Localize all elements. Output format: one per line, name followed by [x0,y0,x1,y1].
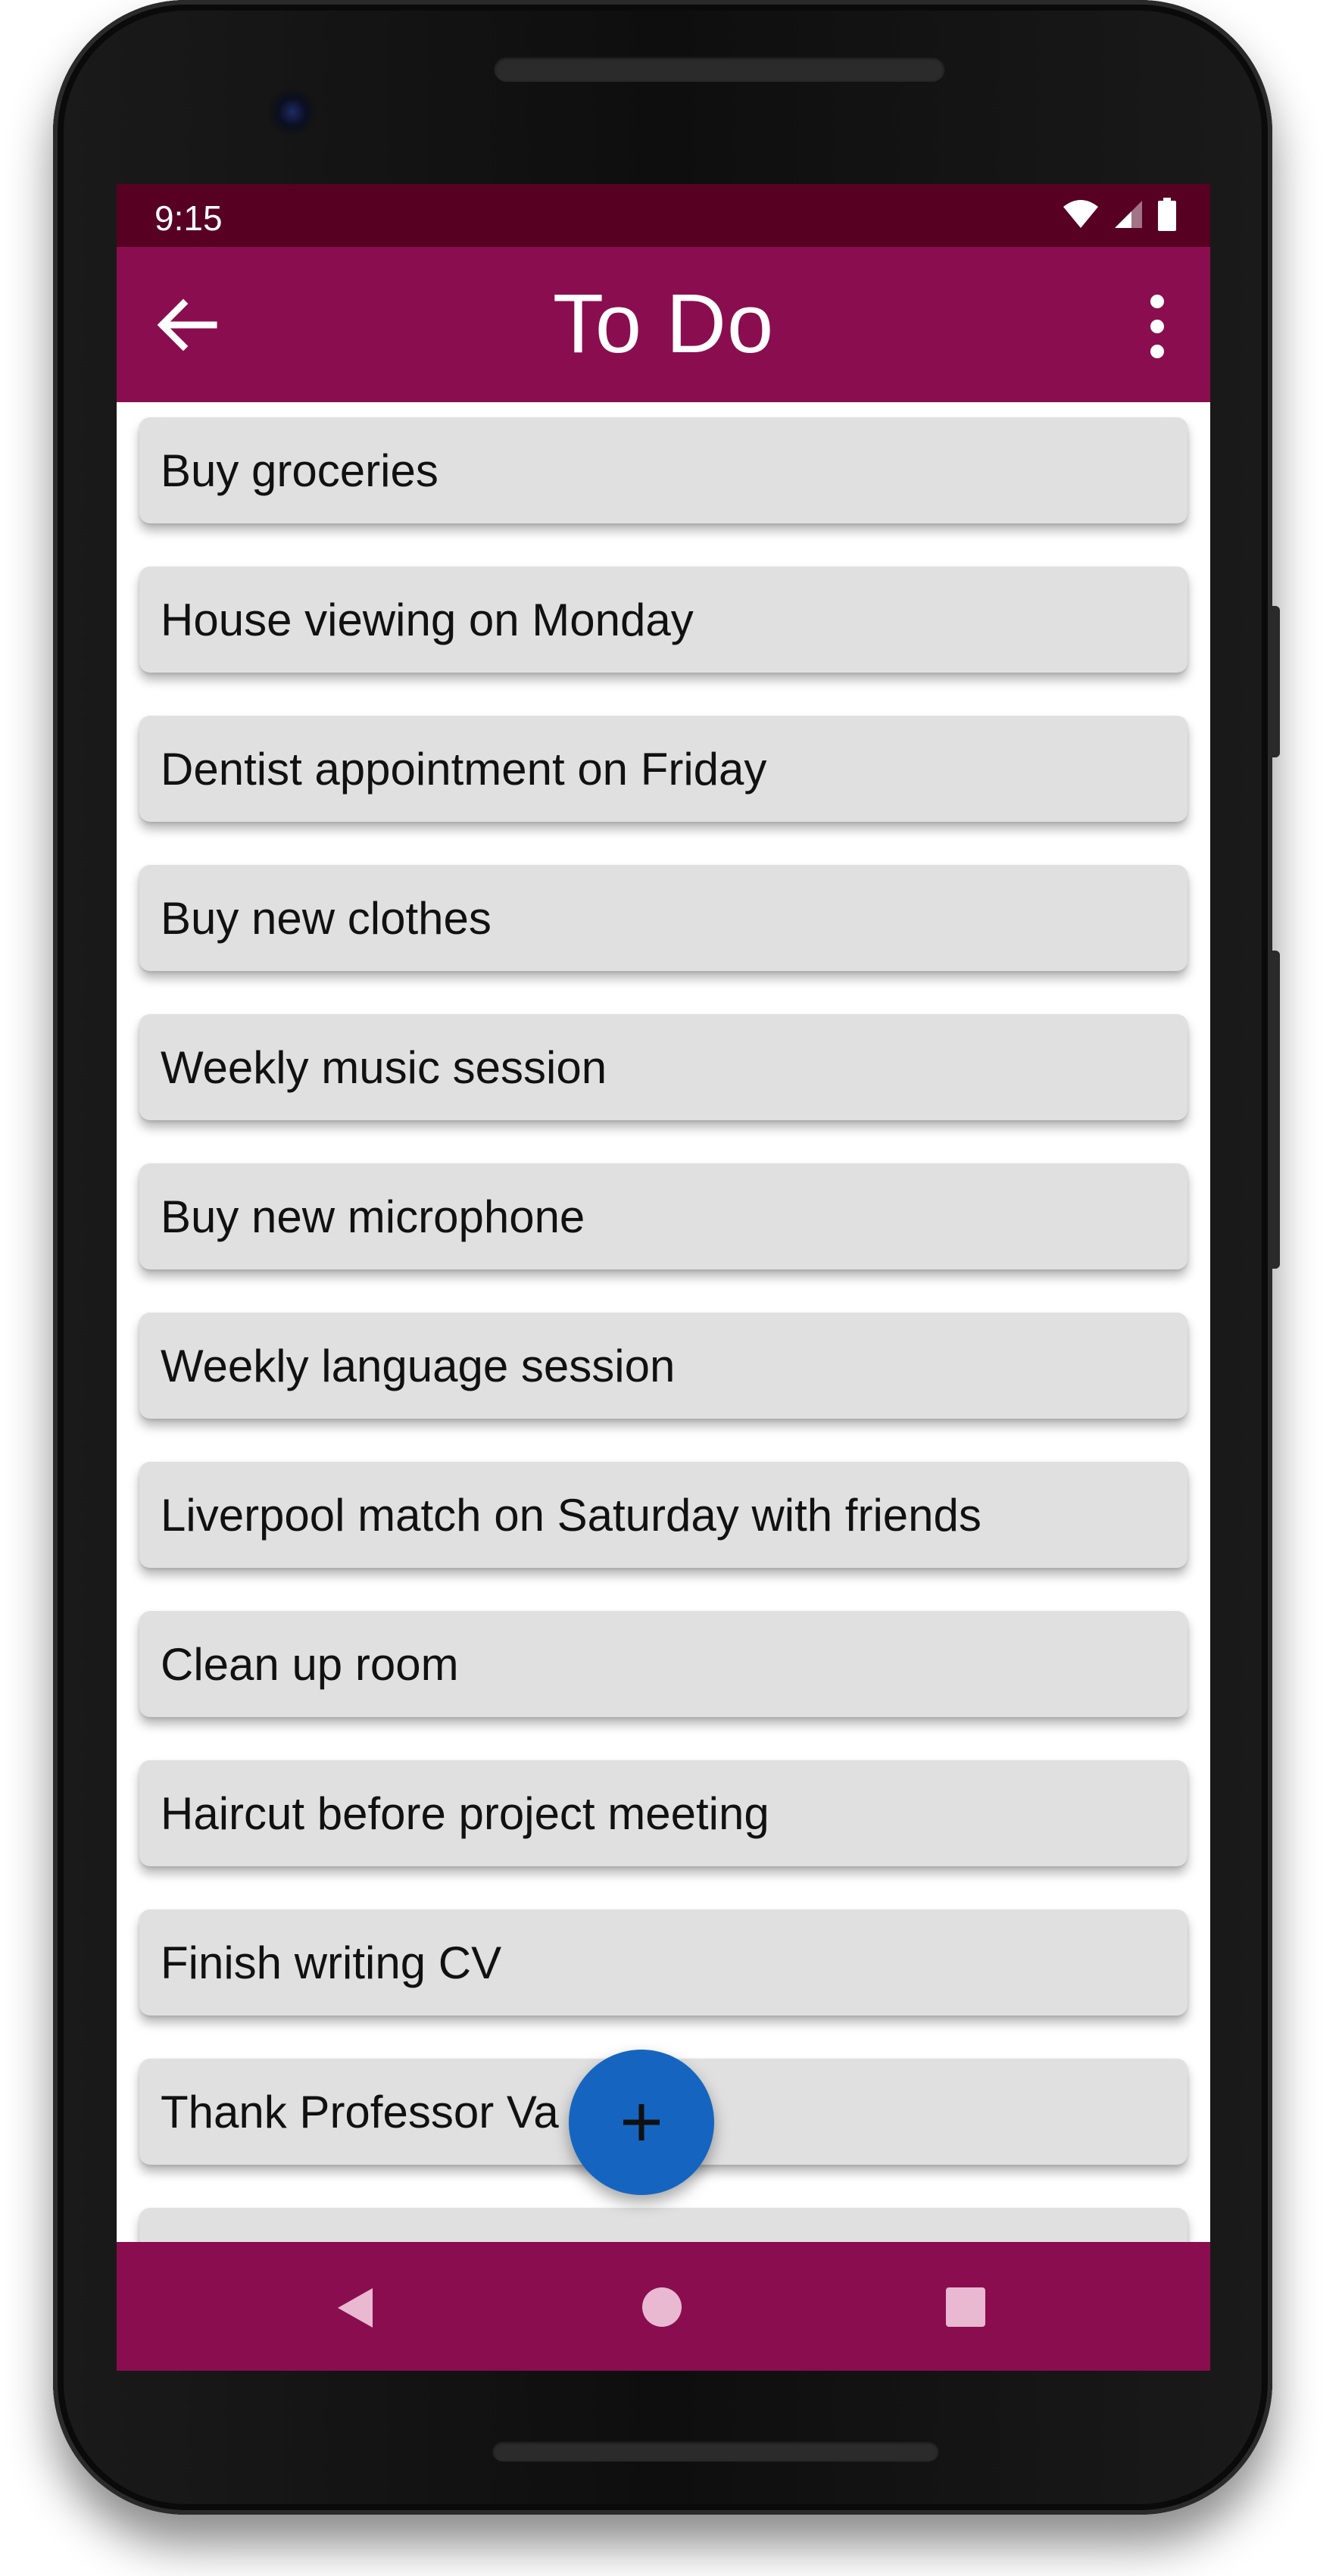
todo-item[interactable]: Weekly music session [139,1014,1188,1120]
todo-item[interactable]: Haircut before project meeting [139,1760,1188,1866]
todo-item[interactable]: House viewing on Monday [139,567,1188,673]
todo-item[interactable]: Clean up room [139,1611,1188,1717]
todo-item-label: Buy groceries [161,445,438,496]
todo-item-label: Buy new clothes [161,892,492,944]
system-nav-bar [117,2242,1210,2371]
todo-item[interactable]: Weekly language session [139,1313,1188,1419]
volume-button [1271,951,1280,1269]
todo-item[interactable]: Buy new microphone [139,1163,1188,1269]
nav-home-icon[interactable] [642,2287,682,2327]
todo-item-label: Liverpool match on Saturday with friends [161,1489,982,1541]
status-icons [1062,198,1177,231]
todo-item[interactable]: Dentist appointment on Friday [139,716,1188,822]
todo-item-label: Buy new microphone [161,1191,585,1242]
todo-item-label: Finish writing CV [161,1937,502,1988]
signal-icon [1115,201,1142,228]
plus-icon [623,2104,660,2140]
todo-item[interactable]: Buy new clothes [139,865,1188,971]
todo-item-label: Haircut before project meeting [161,1788,769,1839]
todo-item-label: Dentist appointment on Friday [161,743,767,795]
wifi-icon [1063,200,1098,228]
status-bar: 9:15 [117,184,1210,247]
app-bar: To Do [117,247,1210,402]
todo-item-label: House viewing on Monday [161,594,694,645]
todo-item-label: Clean up room [161,1638,459,1690]
todo-item-label: Weekly music session [161,1041,607,1093]
todo-item[interactable]: Liverpool match on Saturday with friends [139,1462,1188,1568]
nav-back-icon[interactable] [333,2285,376,2331]
todo-item[interactable]: Buy groceries [139,417,1188,523]
more-vert-icon[interactable] [1142,292,1172,361]
nav-recents-icon[interactable] [946,2287,985,2327]
front-camera [268,88,317,136]
battery-icon [1158,198,1176,231]
earpiece-speaker [494,56,945,82]
status-time: 9:15 [154,198,223,238]
todo-item-label: Weekly language session [161,1340,676,1391]
screen: 9:15 To Do Buy groceries House viewing o… [117,184,1210,2371]
page-title: To Do [552,277,775,370]
bottom-speaker [492,2440,939,2462]
power-button [1271,606,1280,757]
todo-item[interactable]: Finish writing CV [139,1909,1188,2016]
add-todo-button[interactable] [569,2050,714,2195]
todo-item-label: Thank Professor Va [161,2086,559,2137]
